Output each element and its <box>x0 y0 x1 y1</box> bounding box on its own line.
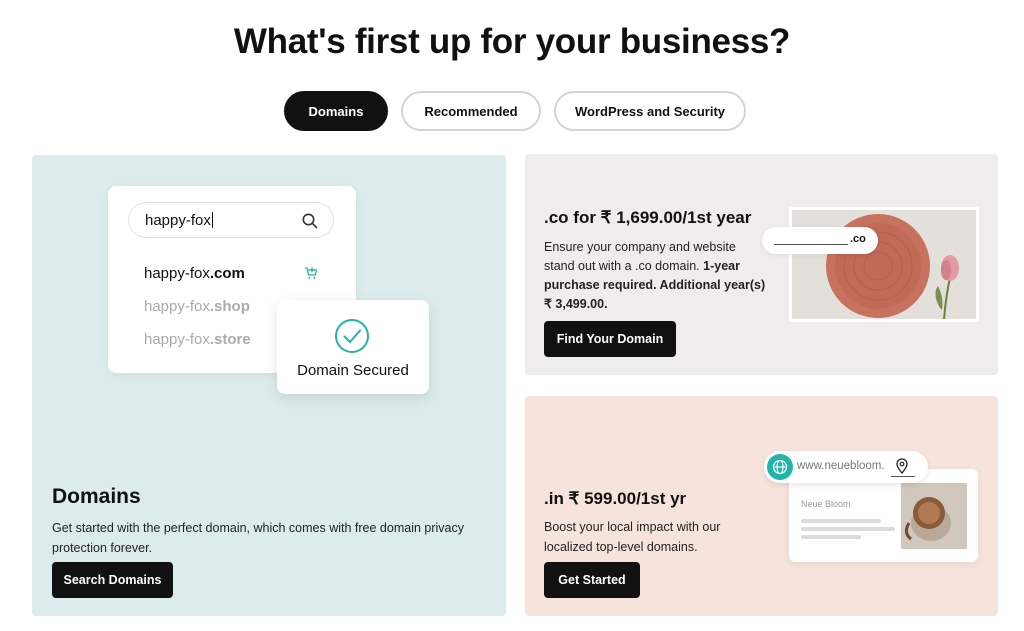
plate-photo <box>789 207 979 322</box>
location-pin-icon <box>896 458 908 474</box>
url-text: www.neuebloom. <box>797 460 885 472</box>
find-your-domain-button[interactable]: Find Your Domain <box>544 321 676 357</box>
search-domains-button[interactable]: Search Domains <box>52 562 173 598</box>
co-heading: .co for ₹ 1,699.00/1st year <box>544 208 752 227</box>
domains-description: Get started with the perfect domain, whi… <box>52 521 464 555</box>
secured-label: Domain Secured <box>297 362 409 379</box>
tab-wordpress-security[interactable]: WordPress and Security <box>554 91 746 131</box>
placeholder-line <box>801 527 895 531</box>
in-description: Boost your local impact with our localiz… <box>544 520 721 554</box>
url-placeholder-line <box>774 244 848 245</box>
get-started-button[interactable]: Get Started <box>544 562 640 598</box>
result-item: happy-fox.shop <box>144 298 250 315</box>
co-url-bar: .co <box>762 227 878 254</box>
placeholder-line <box>801 519 881 523</box>
tab-recommended[interactable]: Recommended <box>401 91 541 131</box>
check-circle-icon <box>335 319 369 353</box>
domains-heading: Domains <box>52 485 141 508</box>
tab-domains[interactable]: Domains <box>284 91 388 131</box>
placeholder-line <box>801 535 861 539</box>
result-item: happy-fox.store <box>144 331 251 348</box>
co-tld: .co <box>850 233 866 245</box>
search-value: happy-fox <box>145 212 211 229</box>
domain-secured-popup: Domain Secured <box>277 300 429 394</box>
category-tabs: Domains Recommended WordPress and Securi… <box>0 91 1024 131</box>
result-item[interactable]: happy-fox.com <box>144 265 245 282</box>
text-caret <box>211 212 213 228</box>
co-description: Ensure your company and website stand ou… <box>544 240 766 311</box>
coffee-photo <box>901 483 967 549</box>
search-input[interactable]: happy-fox <box>128 202 334 238</box>
cart-icon[interactable] <box>304 266 318 280</box>
in-heading: .in ₹ 599.00/1st yr <box>544 489 687 508</box>
search-icon[interactable] <box>301 212 319 230</box>
in-url-bar: www.neuebloom. <box>764 451 928 483</box>
page-title: What's first up for your business? <box>233 22 791 61</box>
site-name: Neue Bloom <box>801 499 851 509</box>
globe-icon <box>767 454 793 480</box>
url-underline <box>891 476 915 477</box>
